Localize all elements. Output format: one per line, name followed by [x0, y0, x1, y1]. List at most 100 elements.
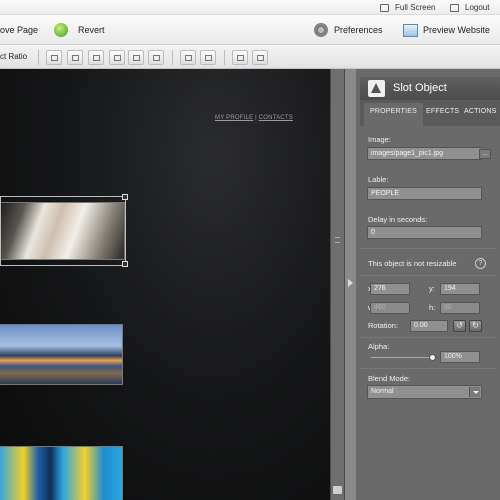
panel-header: Slot Object — [360, 77, 500, 100]
resize-handle[interactable] — [122, 261, 128, 267]
x-field[interactable]: 276 — [370, 283, 410, 295]
distribute-icon — [185, 55, 192, 61]
separator — [172, 50, 173, 65]
separator — [38, 50, 39, 65]
selection-box[interactable] — [0, 194, 128, 267]
alpha-slider[interactable] — [371, 354, 436, 361]
revert-label: Revert — [78, 25, 105, 35]
alpha-label: Alpha: — [368, 342, 390, 351]
browse-button[interactable]: ... — [479, 149, 491, 159]
menu-separator: | — [255, 115, 257, 121]
menu-my-profile[interactable]: MY PROFILE — [215, 115, 253, 121]
h-label: h: — [429, 303, 436, 312]
y-label: y: — [429, 284, 435, 293]
page-canvas[interactable]: MY PROFILE | CONTACTS — [0, 69, 330, 500]
lock-button[interactable] — [232, 50, 248, 65]
lable-value: PEOPLE — [371, 190, 400, 197]
panel-title: Slot Object — [393, 82, 447, 94]
divider-line — [360, 337, 496, 338]
eye-icon — [257, 55, 264, 61]
preview-website-button[interactable]: Preview Website — [403, 21, 490, 39]
panel-divider[interactable] — [345, 69, 356, 500]
y-field[interactable]: 194 — [440, 283, 480, 295]
align-top-icon — [72, 55, 79, 61]
slot-image-city[interactable] — [0, 324, 123, 385]
logout-icon — [450, 3, 459, 12]
chevron-down-icon[interactable] — [469, 387, 480, 397]
site-menu: MY PROFILE | CONTACTS — [215, 115, 293, 121]
aspect-ratio-label[interactable]: ct Ratio — [0, 52, 27, 61]
divider-line — [360, 368, 496, 369]
resizable-notice: This object is not resizable — [368, 259, 457, 268]
menu-contacts[interactable]: CONTACTS — [259, 115, 293, 121]
help-icon[interactable]: ? — [475, 258, 486, 269]
revert-button[interactable]: Revert — [54, 21, 105, 39]
full-screen-icon — [380, 3, 389, 12]
resize-handle[interactable] — [122, 194, 128, 200]
align-right-button[interactable] — [148, 50, 164, 65]
panel-tabs: PROPERTIES EFFECTS ACTIONS — [360, 100, 500, 126]
logout-link[interactable]: Logout — [450, 2, 489, 13]
logout-label: Logout — [465, 3, 490, 12]
slot-image-parrots[interactable] — [0, 446, 123, 500]
close-icon — [205, 55, 212, 61]
image-path-field[interactable]: images/page1_pic1.jpg ... — [367, 147, 491, 160]
scrollbar-grip[interactable] — [335, 237, 340, 243]
rotation-field[interactable]: 0.00 — [410, 320, 448, 332]
separator — [224, 50, 225, 65]
lable-label: Lable: — [368, 175, 389, 184]
rotation-label: Rotation: — [368, 321, 399, 330]
revert-icon — [54, 23, 68, 37]
visibility-button[interactable] — [252, 50, 268, 65]
align-middle-button[interactable] — [88, 50, 104, 65]
blend-mode-value: Normal — [371, 388, 394, 395]
canvas-scrollbar[interactable] — [330, 69, 345, 500]
scrollbar-thumb[interactable] — [333, 486, 342, 494]
align-bottom-icon — [51, 55, 58, 61]
alpha-field[interactable]: 100% — [440, 351, 480, 363]
align-top-button[interactable] — [67, 50, 83, 65]
align-center-icon — [133, 55, 140, 61]
image-label: Image: — [368, 135, 391, 144]
divider-line — [360, 248, 496, 249]
full-screen-link[interactable]: Full Screen — [380, 2, 435, 13]
preferences-label: Preferences — [334, 25, 383, 35]
rotate-left-button[interactable]: ↺ — [453, 320, 466, 332]
top-bar: Full Screen Logout — [0, 0, 500, 15]
preview-website-label: Preview Website — [423, 25, 490, 35]
properties-panel: Slot Object PROPERTIES EFFECTS ACTIONS I… — [356, 69, 500, 500]
rotate-right-icon: ↻ — [472, 321, 479, 330]
delay-field[interactable]: 0 — [367, 226, 482, 239]
save-page-label: ove Page — [0, 25, 39, 35]
tab-effects[interactable]: EFFECTS — [426, 108, 459, 115]
preferences-button[interactable]: Preferences — [314, 21, 383, 39]
delay-label: Delay in seconds: — [368, 215, 428, 224]
collapse-arrow-icon[interactable] — [348, 279, 353, 287]
align-toolbar: ct Ratio — [0, 45, 500, 69]
full-screen-label: Full Screen — [395, 3, 436, 12]
blend-mode-select[interactable]: Normal — [367, 385, 482, 399]
preview-website-icon — [403, 23, 418, 37]
delete-button[interactable] — [200, 50, 216, 65]
align-center-button[interactable] — [128, 50, 144, 65]
align-left-icon — [114, 55, 121, 61]
tab-actions[interactable]: ACTIONS — [464, 108, 497, 115]
align-bottom-button[interactable] — [46, 50, 62, 65]
align-right-icon — [153, 55, 160, 61]
blend-mode-label: Blend Mode: — [368, 374, 411, 383]
delay-value: 0 — [371, 229, 375, 236]
align-middle-icon — [93, 55, 100, 61]
align-left-button[interactable] — [109, 50, 125, 65]
main-toolbar: ove Page Revert Preferences Preview Webs… — [0, 15, 500, 45]
rotate-right-button[interactable]: ↻ — [469, 320, 482, 332]
alpha-slider-knob[interactable] — [429, 354, 436, 361]
save-page-button[interactable]: ove Page — [0, 21, 38, 39]
width-field: 460 — [370, 302, 410, 314]
image-path-value: images/page1_pic1.jpg — [371, 150, 443, 157]
lock-icon — [237, 55, 244, 61]
distribute-button[interactable] — [180, 50, 196, 65]
rotate-left-icon: ↺ — [456, 321, 463, 330]
tab-properties[interactable]: PROPERTIES — [364, 103, 423, 126]
lable-field[interactable]: PEOPLE — [367, 187, 482, 200]
slot-object-icon — [368, 80, 385, 97]
